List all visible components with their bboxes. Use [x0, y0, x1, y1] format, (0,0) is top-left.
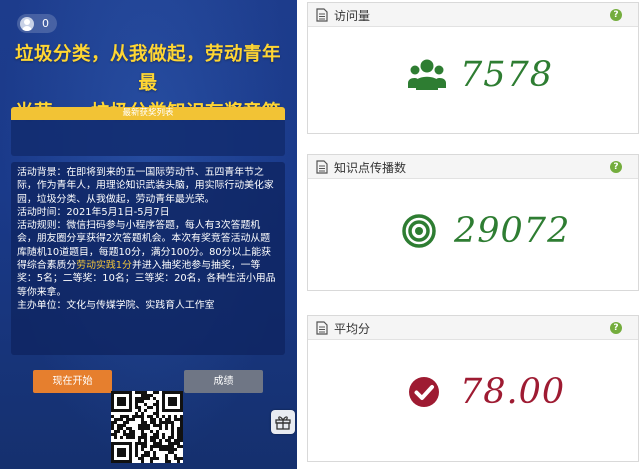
quiz-mobile-page: 0 垃圾分类，从我做起，劳动青年最 光荣——垃圾分类知识有奖竞答 最新获奖列表 …	[0, 0, 297, 469]
card-header: 知识点传播数 ?	[308, 155, 638, 179]
info-rules-highlight: 劳动实践1分	[76, 260, 132, 272]
card-header: 访问量 ?	[308, 3, 638, 27]
qr-code	[111, 391, 183, 463]
score-button[interactable]: 成绩	[184, 370, 263, 393]
bullseye-icon	[402, 214, 436, 248]
help-icon[interactable]: ?	[610, 161, 622, 173]
gift-button[interactable]	[271, 410, 295, 434]
card-title: 访问量	[334, 9, 371, 23]
help-icon[interactable]: ?	[610, 322, 622, 334]
visits-card: 访问量 ? 7578	[307, 2, 639, 134]
info-organizer: 主办单位：文化与传媒学院、实践育人工作室	[17, 299, 215, 311]
screen: 0 垃圾分类，从我做起，劳动青年最 光荣——垃圾分类知识有奖竞答 最新获奖列表 …	[0, 0, 639, 469]
visits-value: 7578	[460, 55, 554, 95]
average-value: 78.00	[460, 372, 566, 412]
user-count: 0	[42, 17, 49, 30]
winners-header: 最新获奖列表	[11, 107, 285, 120]
stat-row: 78.00	[408, 372, 565, 412]
spread-value: 29072	[454, 211, 571, 251]
check-circle-icon	[409, 377, 439, 407]
info-time: 活动时间：2021年5月1日-5月7日	[17, 206, 170, 218]
user-chip[interactable]: 0	[17, 14, 57, 33]
card-title: 知识点传播数	[334, 161, 407, 175]
card-header: 平均分 ?	[308, 316, 638, 340]
document-icon	[316, 8, 328, 22]
start-button[interactable]: 现在开始	[33, 370, 112, 393]
activity-info: 活动背景：在即将到来的五一国际劳动节、五四青年节之际，作为青年人，用理论知识武装…	[11, 162, 285, 355]
document-icon	[316, 321, 328, 335]
info-rules: 活动规则：微信扫码参与小程序答题，每人有3次答题机会，朋友圈分享获得2次答题机会…	[17, 219, 280, 299]
average-card: 平均分 ? 78.00	[307, 315, 639, 462]
gift-icon	[275, 416, 291, 430]
card-title: 平均分	[334, 322, 371, 336]
qr-code-icon	[111, 391, 183, 463]
help-icon[interactable]: ?	[610, 9, 622, 21]
avatar-icon	[20, 16, 34, 31]
users-icon	[408, 59, 446, 90]
stat-row: 29072	[402, 211, 570, 251]
winners-list: 最新获奖列表	[11, 107, 285, 156]
info-background: 活动背景：在即将到来的五一国际劳动节、五四青年节之际，作为青年人，用理论知识武装…	[17, 167, 274, 205]
spread-card: 知识点传播数 ? 29072	[307, 154, 639, 291]
title-line-1: 垃圾分类，从我做起，劳动青年最	[14, 44, 281, 94]
stat-row: 7578	[408, 55, 553, 95]
document-icon	[316, 160, 328, 174]
